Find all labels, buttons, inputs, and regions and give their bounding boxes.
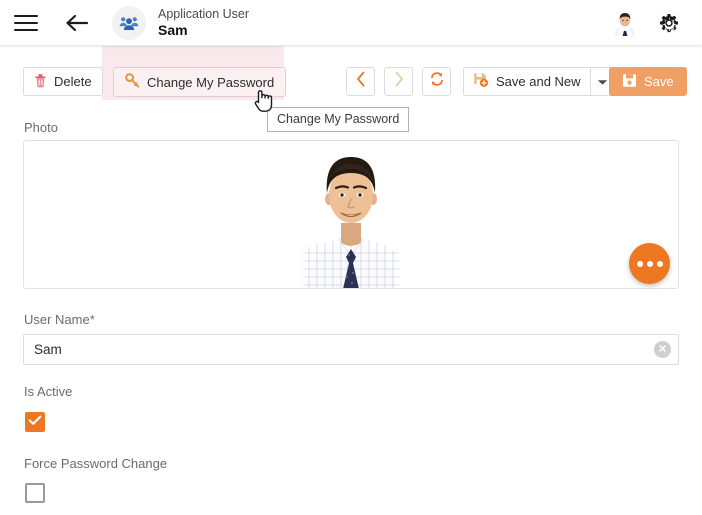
refresh-icon bbox=[429, 71, 445, 92]
entity-type-label: Application User bbox=[158, 6, 250, 21]
checkmark-icon bbox=[28, 413, 42, 431]
next-record-button[interactable] bbox=[384, 67, 413, 96]
more-options-fab-button[interactable] bbox=[629, 243, 670, 284]
clear-circle-icon bbox=[657, 341, 668, 359]
save-button[interactable]: Save bbox=[609, 67, 687, 96]
record-name-label: Sam bbox=[158, 22, 188, 39]
tooltip-text: Change My Password bbox=[277, 112, 400, 126]
hamburger-menu-icon[interactable] bbox=[14, 10, 40, 36]
refresh-button[interactable] bbox=[422, 67, 451, 96]
photo-container[interactable] bbox=[23, 140, 679, 289]
header-actions bbox=[612, 9, 682, 36]
chevron-left-icon bbox=[355, 71, 367, 92]
save-and-new-group: Save and New bbox=[463, 67, 616, 96]
save-plus-icon bbox=[473, 72, 489, 91]
user-photo bbox=[291, 143, 411, 288]
user-name-input[interactable] bbox=[23, 334, 679, 365]
users-group-icon bbox=[112, 5, 146, 40]
trash-icon bbox=[34, 73, 47, 91]
key-icon bbox=[125, 73, 140, 91]
save-button-label: Save bbox=[644, 74, 674, 89]
tooltip: Change My Password bbox=[267, 107, 410, 132]
record-nav-group bbox=[346, 67, 451, 96]
previous-record-button[interactable] bbox=[346, 67, 375, 96]
clear-user-name-button[interactable] bbox=[654, 341, 671, 358]
is-active-checkbox[interactable] bbox=[25, 412, 45, 432]
app-header: Application User Sam bbox=[0, 0, 702, 46]
is-active-field-label: Is Active bbox=[24, 384, 73, 399]
more-options-icon bbox=[646, 260, 653, 267]
page-title: Application User Sam bbox=[158, 7, 249, 38]
force-password-change-checkbox[interactable] bbox=[25, 483, 45, 503]
chevron-right-icon bbox=[393, 71, 405, 92]
user-name-field-label: User Name* bbox=[24, 312, 95, 327]
more-options-icon bbox=[656, 260, 663, 267]
mouse-cursor-pointer bbox=[253, 86, 277, 121]
avatar[interactable] bbox=[612, 9, 638, 36]
save-and-new-label: Save and New bbox=[496, 74, 581, 89]
photo-field-label: Photo bbox=[24, 120, 58, 135]
more-options-icon bbox=[636, 260, 643, 267]
caret-down-icon bbox=[597, 73, 608, 91]
save-and-new-button[interactable]: Save and New bbox=[463, 67, 590, 96]
gear-icon[interactable] bbox=[656, 10, 682, 36]
delete-button-label: Delete bbox=[54, 74, 92, 89]
force-password-change-field-label: Force Password Change bbox=[24, 456, 168, 471]
delete-button[interactable]: Delete bbox=[23, 67, 103, 96]
floppy-disk-icon bbox=[622, 73, 637, 91]
back-arrow-icon[interactable] bbox=[64, 10, 90, 36]
